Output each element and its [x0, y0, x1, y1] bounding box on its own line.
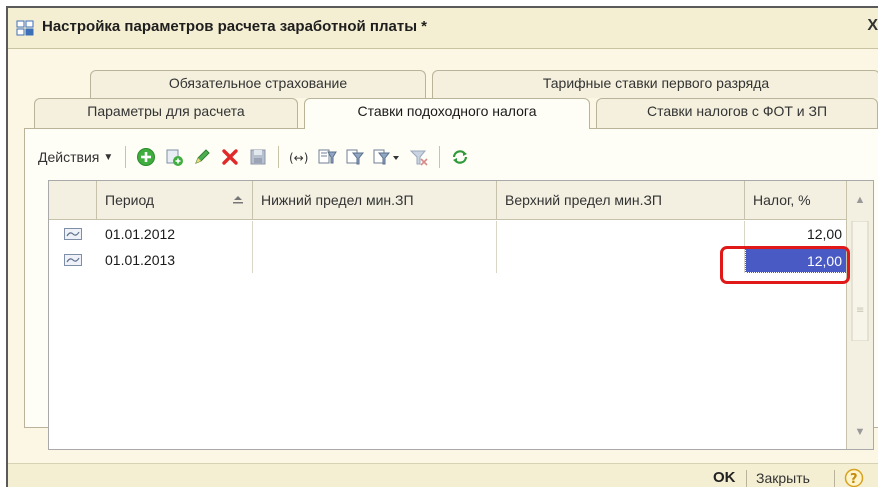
- cell-lower-limit[interactable]: [253, 221, 497, 247]
- table-row[interactable]: 01.01.2012 12,00: [49, 221, 849, 247]
- help-icon[interactable]: ?: [844, 468, 864, 487]
- highlight-annotation: [720, 246, 850, 284]
- cell-lower-limit[interactable]: [253, 247, 497, 273]
- cell-upper-limit[interactable]: [497, 247, 745, 273]
- edit-icon[interactable]: [191, 146, 213, 168]
- column-header-period[interactable]: Период: [97, 181, 253, 219]
- column-header-upper-limit[interactable]: Верхний предел мин.ЗП: [497, 181, 745, 219]
- row-type-icon: [49, 221, 97, 247]
- ok-button[interactable]: OK: [713, 469, 736, 486]
- actions-label: Действия: [38, 149, 100, 165]
- toolbar-separator: [278, 146, 280, 168]
- toolbar-separator: [439, 146, 441, 168]
- vertical-scrollbar[interactable]: ▲ ≡ ▼: [846, 181, 873, 449]
- column-header-lower-limit[interactable]: Нижний предел мин.ЗП: [253, 181, 497, 219]
- toolbar: Действия ▼ (↔): [38, 140, 474, 174]
- cell-tax[interactable]: 12,00: [745, 221, 849, 247]
- refresh-icon[interactable]: [449, 146, 471, 168]
- svg-text:?: ?: [850, 472, 858, 487]
- button-separator: [834, 470, 835, 487]
- scroll-up-arrow-icon[interactable]: ▲: [847, 181, 873, 219]
- add-icon[interactable]: [135, 146, 157, 168]
- table-header: Период Нижний предел мин.ЗП Верхний пред…: [49, 181, 873, 220]
- filter-settings-icon[interactable]: [316, 146, 338, 168]
- button-separator: [746, 470, 747, 487]
- window-title: Настройка параметров расчета заработной …: [42, 18, 428, 35]
- svg-text:≡: ≡: [856, 305, 864, 316]
- actions-menu-button[interactable]: Действия ▼: [38, 149, 119, 165]
- toolbar-separator: [125, 146, 127, 168]
- tab-mandatory-insurance[interactable]: Обязательное страхование: [90, 70, 426, 98]
- copy-icon[interactable]: [163, 146, 185, 168]
- scroll-down-arrow-icon[interactable]: ▼: [847, 415, 873, 449]
- filter-icon[interactable]: [344, 146, 366, 168]
- scroll-thumb[interactable]: ≡: [850, 221, 870, 341]
- period-header-label: Период: [105, 192, 155, 208]
- settings-window: Настройка параметров расчета заработной …: [6, 6, 878, 487]
- column-header-tax[interactable]: Налог, %: [745, 181, 849, 219]
- title-bar: Настройка параметров расчета заработной …: [8, 8, 878, 49]
- form-icon: [16, 20, 34, 36]
- cell-period[interactable]: 01.01.2012: [97, 221, 253, 247]
- range-icon[interactable]: (↔): [288, 146, 310, 168]
- tab-strip: Обязательное страхование Тарифные ставки…: [8, 48, 878, 134]
- tab-payroll-tax-rates[interactable]: Ставки налогов с ФОТ и ЗП: [596, 98, 878, 128]
- cell-upper-limit[interactable]: [497, 221, 745, 247]
- tab-income-tax-rates[interactable]: Ставки подоходного налога: [304, 98, 590, 129]
- close-button[interactable]: Закрыть: [756, 470, 810, 486]
- save-icon[interactable]: [247, 146, 269, 168]
- bottom-command-bar: OK Закрыть ?: [8, 463, 878, 487]
- cell-period[interactable]: 01.01.2013: [97, 247, 253, 273]
- column-header-icon: [49, 181, 97, 219]
- close-window-button[interactable]: X: [867, 17, 878, 35]
- svg-text:(↔): (↔): [289, 151, 308, 165]
- clear-filter-icon[interactable]: [408, 146, 430, 168]
- delete-icon[interactable]: [219, 146, 241, 168]
- chevron-down-icon: ▼: [103, 151, 114, 163]
- row-type-icon: [49, 247, 97, 273]
- filter-dropdown-icon[interactable]: [372, 146, 402, 168]
- sort-icon: [233, 196, 243, 204]
- tab-tariff-rates[interactable]: Тарифные ставки первого разряда: [432, 70, 878, 98]
- tax-rates-table: Период Нижний предел мин.ЗП Верхний пред…: [48, 180, 874, 450]
- tab-calc-parameters[interactable]: Параметры для расчета: [34, 98, 298, 128]
